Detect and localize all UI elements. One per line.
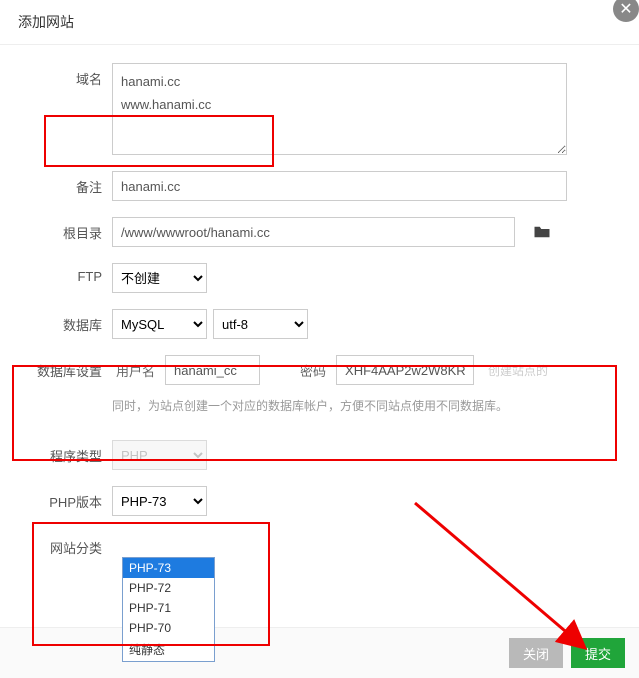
row-db: 数据库 MySQL utf-8	[22, 309, 617, 339]
label-category: 网站分类	[22, 532, 112, 557]
add-site-dialog: 添加网站 ✕ 域名 hanami.cc www.hanami.cc 备注 根目录	[0, 0, 639, 678]
label-root: 根目录	[22, 217, 112, 242]
label-php: PHP版本	[22, 486, 112, 511]
label-domain: 域名	[22, 63, 112, 88]
php-dropdown-list: PHP-73 PHP-72 PHP-71 PHP-70 纯静态	[122, 557, 215, 662]
ftp-select[interactable]: 不创建	[112, 263, 207, 293]
dialog-title: 添加网站	[18, 14, 74, 30]
charset-select[interactable]: utf-8	[213, 309, 308, 339]
row-ftp: FTP 不创建	[22, 263, 617, 293]
close-icon[interactable]: ✕	[613, 0, 639, 22]
label-prog: 程序类型	[22, 440, 112, 465]
php-option[interactable]: PHP-73	[123, 558, 214, 578]
row-db-settings: 数据库设置 用户名 密码 创建站点的 同时，为站点创建一个对应的数据库帐户，方便…	[22, 355, 617, 414]
dialog-title-bar: 添加网站 ✕	[0, 0, 639, 45]
label-ftp: FTP	[22, 263, 112, 284]
db-pass-input[interactable]	[336, 355, 474, 385]
prog-select: PHP	[112, 440, 207, 470]
db-user-input[interactable]	[165, 355, 260, 385]
label-password: 密码	[296, 361, 330, 380]
php-select[interactable]: PHP-73	[112, 486, 207, 516]
row-category: 网站分类	[22, 532, 617, 557]
db-hint: 同时，为站点创建一个对应的数据库帐户，方便不同站点使用不同数据库。	[112, 397, 617, 414]
submit-button[interactable]: 提交	[571, 638, 625, 668]
row-note: 备注	[22, 171, 617, 201]
label-db: 数据库	[22, 309, 112, 334]
label-note: 备注	[22, 171, 112, 196]
row-root: 根目录	[22, 217, 617, 247]
row-php: PHP版本 PHP-73	[22, 486, 617, 516]
label-db-settings: 数据库设置	[22, 355, 112, 380]
php-option[interactable]: PHP-71	[123, 598, 214, 618]
side-hint: 创建站点的	[488, 362, 548, 379]
row-prog: 程序类型 PHP	[22, 440, 617, 470]
label-username: 用户名	[112, 361, 159, 380]
note-input[interactable]	[112, 171, 567, 201]
row-domain: 域名 hanami.cc www.hanami.cc	[22, 63, 617, 155]
close-button[interactable]: 关闭	[509, 638, 563, 668]
folder-icon[interactable]	[533, 224, 551, 240]
db-select[interactable]: MySQL	[112, 309, 207, 339]
root-input[interactable]	[112, 217, 515, 247]
php-option[interactable]: PHP-70	[123, 618, 214, 638]
domain-input[interactable]: hanami.cc www.hanami.cc	[112, 63, 567, 155]
dialog-body: 域名 hanami.cc www.hanami.cc 备注 根目录 FTP	[0, 45, 639, 557]
php-option[interactable]: PHP-72	[123, 578, 214, 598]
php-option[interactable]: 纯静态	[123, 638, 214, 661]
